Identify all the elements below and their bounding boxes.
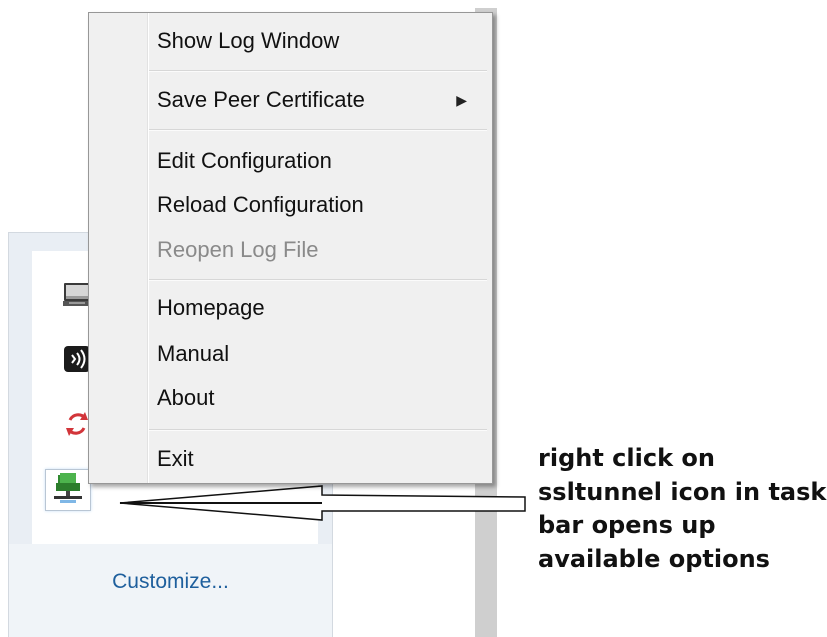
annotation-text: right click on ssltunnel icon in task ba… [538, 442, 827, 576]
menu-separator [149, 70, 487, 72]
menu-item-save-peer-certificate[interactable]: Save Peer Certificate ▶ [157, 83, 477, 117]
menu-separator [149, 429, 487, 431]
menu-item-label: Save Peer Certificate [157, 87, 365, 112]
annotation-line: bar opens up [538, 511, 716, 539]
menu-item-manual[interactable]: Manual [157, 337, 477, 371]
menu-item-show-log-window[interactable]: Show Log Window [157, 24, 477, 58]
menu-separator [149, 129, 487, 131]
menu-item-about[interactable]: About [157, 381, 477, 415]
menu-item-exit[interactable]: Exit [157, 442, 477, 476]
menu-item-reopen-log-file: Reopen Log File [157, 237, 319, 262]
submenu-arrow-icon: ▶ [456, 92, 467, 108]
menu-icon-gutter [147, 13, 149, 483]
annotation-line: ssltunnel icon in task [538, 477, 827, 506]
annotation-line: available options [538, 544, 770, 573]
menu-item-reload-configuration[interactable]: Reload Configuration [157, 188, 477, 222]
menu-separator [149, 279, 487, 281]
menu-item-homepage[interactable]: Homepage [157, 291, 477, 325]
context-menu: Show Log Window Save Peer Certificate ▶ … [88, 12, 493, 484]
menu-item-edit-configuration[interactable]: Edit Configuration [157, 144, 477, 178]
annotation-line: right click on [538, 444, 715, 472]
